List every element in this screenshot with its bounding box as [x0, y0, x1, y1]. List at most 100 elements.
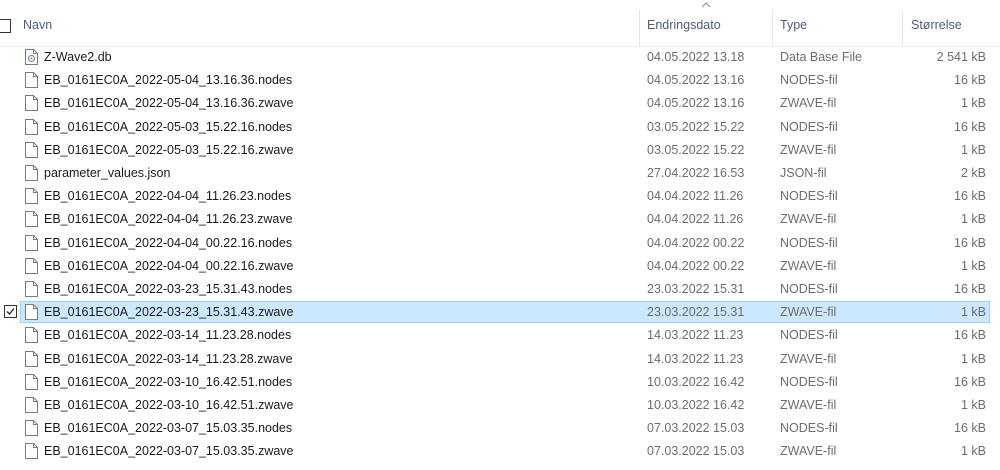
- file-modified-date: 07.03.2022 15.03: [647, 444, 745, 458]
- file-size: 16 kB: [954, 282, 986, 296]
- file-name[interactable]: EB_0161EC0A_2022-03-23_15.31.43.nodes: [44, 282, 292, 296]
- file-row[interactable]: EB_0161EC0A_2022-04-04_00.22.16.zwave 04.…: [0, 255, 1000, 278]
- file-type: NODES-fil: [780, 421, 838, 435]
- file-row[interactable]: EB_0161EC0A_2022-03-23_15.31.43.nodes 23.…: [0, 278, 1000, 301]
- file-name[interactable]: EB_0161EC0A_2022-04-04_00.22.16.zwave: [44, 259, 294, 273]
- file-row[interactable]: EB_0161EC0A_2022-05-04_13.16.36.zwave 04.…: [0, 92, 1000, 115]
- select-all-checkbox[interactable]: [0, 19, 11, 33]
- file-icon: [25, 188, 38, 204]
- file-size: 1 kB: [960, 143, 986, 157]
- file-type: ZWAVE-fil: [780, 305, 837, 319]
- file-size: 1 kB: [960, 444, 986, 458]
- column-divider[interactable]: [902, 10, 903, 46]
- column-header-type[interactable]: Type: [780, 18, 807, 32]
- file-icon: [25, 95, 38, 111]
- file-type: ZWAVE-fil: [780, 444, 837, 458]
- file-icon: [25, 327, 38, 343]
- file-row[interactable]: EB_0161EC0A_2022-04-04_11.26.23.nodes 04.…: [0, 185, 1000, 208]
- file-icon: [25, 211, 38, 227]
- file-name[interactable]: EB_0161EC0A_2022-03-14_11.23.28.nodes: [44, 328, 291, 342]
- file-modified-date: 03.05.2022 15.22: [647, 120, 745, 134]
- file-name[interactable]: EB_0161EC0A_2022-03-07_15.03.35.zwave: [44, 444, 294, 458]
- file-size: 1 kB: [960, 259, 986, 273]
- file-type: NODES-fil: [780, 120, 838, 134]
- file-modified-date: 04.04.2022 00.22: [647, 236, 745, 250]
- file-icon: [25, 281, 38, 297]
- file-name[interactable]: EB_0161EC0A_2022-04-04_11.26.23.nodes: [44, 189, 291, 203]
- row-checkbox[interactable]: [4, 305, 17, 318]
- file-row[interactable]: EB_0161EC0A_2022-03-10_16.42.51.nodes 10.…: [0, 371, 1000, 394]
- file-icon: [25, 351, 38, 367]
- file-name[interactable]: EB_0161EC0A_2022-05-03_15.22.16.nodes: [44, 120, 292, 134]
- file-icon: [25, 72, 38, 88]
- file-type: ZWAVE-fil: [780, 352, 837, 366]
- file-size: 1 kB: [960, 96, 986, 110]
- file-name[interactable]: EB_0161EC0A_2022-03-10_16.42.51.zwave: [44, 398, 294, 412]
- file-icon: [25, 420, 38, 436]
- column-header-name[interactable]: Navn: [23, 18, 52, 32]
- file-size: 16 kB: [954, 421, 986, 435]
- file-icon: [25, 235, 38, 251]
- file-size: 1 kB: [960, 352, 986, 366]
- file-row[interactable]: EB_0161EC0A_2022-03-10_16.42.51.zwave 10.…: [0, 394, 1000, 417]
- file-name[interactable]: EB_0161EC0A_2022-03-14_11.23.28.zwave: [44, 352, 293, 366]
- file-row[interactable]: EB_0161EC0A_2022-03-14_11.23.28.nodes 14.…: [0, 324, 1000, 347]
- file-name[interactable]: EB_0161EC0A_2022-03-10_16.42.51.nodes: [44, 375, 292, 389]
- sort-ascending-icon: [701, 2, 711, 8]
- file-row[interactable]: parameter_values.json 27.04.2022 16.53 JSO…: [0, 162, 1000, 185]
- database-file-icon: [25, 49, 38, 65]
- file-size: 1 kB: [960, 305, 986, 319]
- file-size: 16 kB: [954, 236, 986, 250]
- file-row[interactable]: Z-Wave2.db 04.05.2022 13.18 Data Base File…: [0, 46, 1000, 69]
- file-modified-date: 27.04.2022 16.53: [647, 166, 745, 180]
- file-name[interactable]: EB_0161EC0A_2022-05-04_13.16.36.zwave: [44, 96, 294, 110]
- file-modified-date: 10.03.2022 16.42: [647, 398, 745, 412]
- file-size: 16 kB: [954, 120, 986, 134]
- file-icon: [25, 258, 38, 274]
- file-modified-date: 04.04.2022 11.26: [647, 189, 744, 203]
- file-modified-date: 03.05.2022 15.22: [647, 143, 745, 157]
- file-modified-date: 04.05.2022 13.18: [647, 50, 745, 64]
- file-modified-date: 23.03.2022 15.31: [647, 282, 745, 296]
- file-row[interactable]: EB_0161EC0A_2022-03-07_15.03.35.nodes 07.…: [0, 417, 1000, 440]
- file-modified-date: 07.03.2022 15.03: [647, 421, 745, 435]
- file-type: NODES-fil: [780, 375, 838, 389]
- column-divider[interactable]: [772, 10, 773, 46]
- column-header-size[interactable]: Størrelse: [911, 18, 962, 32]
- file-row[interactable]: EB_0161EC0A_2022-05-03_15.22.16.zwave 03.…: [0, 139, 1000, 162]
- file-row[interactable]: EB_0161EC0A_2022-03-23_15.31.43.zwave 23.…: [0, 301, 1000, 324]
- file-type: NODES-fil: [780, 189, 838, 203]
- file-type: NODES-fil: [780, 282, 838, 296]
- file-icon: [25, 304, 38, 320]
- file-name[interactable]: EB_0161EC0A_2022-04-04_00.22.16.nodes: [44, 236, 292, 250]
- file-row[interactable]: EB_0161EC0A_2022-03-14_11.23.28.zwave 14.…: [0, 348, 1000, 371]
- file-type: ZWAVE-fil: [780, 398, 837, 412]
- file-modified-date: 14.03.2022 11.23: [647, 352, 744, 366]
- file-name[interactable]: EB_0161EC0A_2022-03-07_15.03.35.nodes: [44, 421, 292, 435]
- file-row[interactable]: EB_0161EC0A_2022-04-04_11.26.23.zwave 04.…: [0, 208, 1000, 231]
- file-size: 16 kB: [954, 375, 986, 389]
- file-name[interactable]: parameter_values.json: [44, 166, 170, 180]
- file-name[interactable]: EB_0161EC0A_2022-04-04_11.26.23.zwave: [44, 212, 293, 226]
- file-type: NODES-fil: [780, 328, 838, 342]
- file-type: ZWAVE-fil: [780, 96, 837, 110]
- file-name[interactable]: Z-Wave2.db: [44, 50, 112, 64]
- column-divider[interactable]: [639, 10, 640, 46]
- file-type: ZWAVE-fil: [780, 143, 837, 157]
- file-row[interactable]: EB_0161EC0A_2022-05-04_13.16.36.nodes 04.…: [0, 69, 1000, 92]
- file-name[interactable]: EB_0161EC0A_2022-05-04_13.16.36.nodes: [44, 73, 292, 87]
- file-name[interactable]: EB_0161EC0A_2022-03-23_15.31.43.zwave: [44, 305, 294, 319]
- file-row[interactable]: EB_0161EC0A_2022-05-03_15.22.16.nodes 03.…: [0, 116, 1000, 139]
- file-icon: [25, 443, 38, 459]
- column-header-date[interactable]: Endringsdato: [647, 18, 721, 32]
- file-size: 2 kB: [960, 166, 986, 180]
- file-row[interactable]: EB_0161EC0A_2022-04-04_00.22.16.nodes 04.…: [0, 232, 1000, 255]
- file-name[interactable]: EB_0161EC0A_2022-05-03_15.22.16.zwave: [44, 143, 294, 157]
- file-modified-date: 04.04.2022 00.22: [647, 259, 745, 273]
- checkmark-icon: [6, 308, 15, 315]
- file-modified-date: 04.04.2022 11.26: [647, 212, 744, 226]
- file-icon: [25, 119, 38, 135]
- file-size: 1 kB: [960, 398, 986, 412]
- file-modified-date: 10.03.2022 16.42: [647, 375, 745, 389]
- file-row[interactable]: EB_0161EC0A_2022-03-07_15.03.35.zwave 07.…: [0, 440, 1000, 463]
